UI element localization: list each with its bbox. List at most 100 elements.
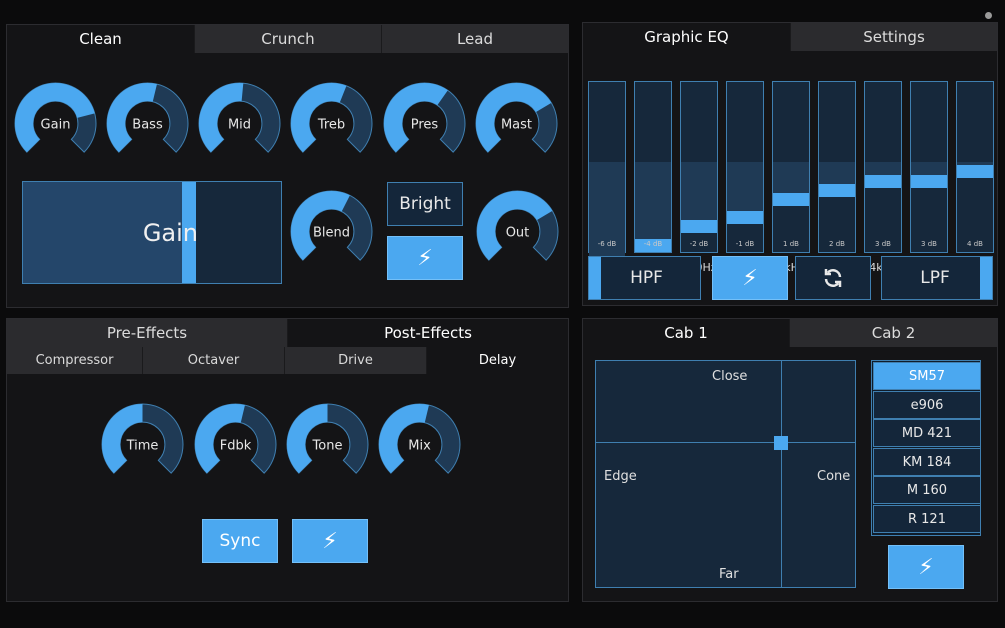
eq-thumb[interactable] xyxy=(865,175,901,188)
eq-db-label: 4 dB xyxy=(967,240,983,248)
knob-label: Fdbk xyxy=(220,439,252,454)
knob-pres[interactable]: Pres xyxy=(383,82,466,165)
pad-horizontal-line xyxy=(596,442,855,443)
cab-panel: Cab 1 Cab 2 Close Far Edge Cone SM57 e90… xyxy=(582,318,998,602)
refresh-icon xyxy=(824,269,842,287)
eq-slider-65hz[interactable]: -6 dB xyxy=(588,81,626,270)
eq-slider-500hz[interactable]: -1 dB xyxy=(726,81,764,253)
eq-slider-1khz[interactable]: 1 dB xyxy=(772,81,810,253)
tab-clean[interactable]: Clean xyxy=(7,25,195,53)
knob-label: Time xyxy=(126,439,159,454)
eq-db-label: -4 dB xyxy=(643,240,663,248)
mic-e906[interactable]: e906 xyxy=(873,391,981,419)
pad-label-cone: Cone xyxy=(817,469,851,484)
eq-panel: Graphic EQ Settings -6 dB65Hz-4 dB125Hz-… xyxy=(582,22,998,306)
pad-label-edge: Edge xyxy=(604,469,637,484)
knob-mid[interactable]: Mid xyxy=(198,82,281,165)
effects-power-button[interactable]: ⚡︎ xyxy=(292,519,368,563)
hpf-button[interactable]: HPF xyxy=(588,256,701,300)
knob-label: Gain xyxy=(41,118,71,133)
lpf-indicator xyxy=(980,257,992,299)
mic-r-121[interactable]: R 121 xyxy=(873,505,981,533)
knob-label: Treb xyxy=(317,118,345,133)
knob-gain[interactable]: Gain xyxy=(14,82,97,165)
mic-m-160[interactable]: M 160 xyxy=(873,476,981,504)
knob-label: Mast xyxy=(501,118,532,133)
knob-out[interactable]: Out xyxy=(476,190,559,273)
knob-label: Mid xyxy=(228,118,251,133)
eq-slider-250hz[interactable]: -2 dB xyxy=(680,81,718,253)
eq-fill xyxy=(589,162,625,270)
eq-db-label: 2 dB xyxy=(829,240,845,248)
knob-label: Tone xyxy=(312,439,343,454)
tab-settings[interactable]: Settings xyxy=(791,23,997,51)
mic-km-184[interactable]: KM 184 xyxy=(873,448,981,476)
status-dot xyxy=(985,12,992,19)
eq-thumb[interactable] xyxy=(681,220,717,233)
eq-thumb[interactable] xyxy=(957,165,993,178)
gain-slider-label: Gain xyxy=(142,218,198,247)
mic-position-pad[interactable]: Close Far Edge Cone xyxy=(595,360,856,588)
eq-db-label: 3 dB xyxy=(921,240,937,248)
subtab-drive[interactable]: Drive xyxy=(285,347,427,374)
tab-lead[interactable]: Lead xyxy=(382,25,568,53)
eq-slider-125hz[interactable]: -4 dB xyxy=(634,81,672,253)
tab-cab-2[interactable]: Cab 2 xyxy=(790,319,997,347)
eq-db-label: -6 dB xyxy=(597,240,617,248)
knob-tone[interactable]: Tone xyxy=(286,403,369,486)
subtab-octaver[interactable]: Octaver xyxy=(143,347,285,374)
tab-post-effects[interactable]: Post-Effects xyxy=(288,319,568,347)
gain-slider[interactable]: Gain xyxy=(22,181,282,284)
eq-reset-button[interactable] xyxy=(795,256,871,300)
eq-db-label: -1 dB xyxy=(735,240,755,248)
eq-thumb[interactable] xyxy=(773,193,809,206)
tab-pre-effects[interactable]: Pre-Effects xyxy=(7,319,288,347)
eq-slider-2khz[interactable]: 2 dB xyxy=(818,81,856,253)
knob-treb[interactable]: Treb xyxy=(290,82,373,165)
pad-vertical-line xyxy=(781,361,782,587)
effects-panel: Pre-Effects Post-Effects Compressor Octa… xyxy=(6,318,569,602)
knob-label: Mix xyxy=(408,439,431,454)
knob-mix[interactable]: Mix xyxy=(378,403,461,486)
mic-md-421[interactable]: MD 421 xyxy=(873,419,981,447)
amp-panel: Clean Crunch Lead Gain Bass Mid Treb Pres Mas… xyxy=(6,24,569,308)
knob-blend[interactable]: Blend xyxy=(290,190,373,273)
hpf-label: HPF xyxy=(630,268,663,288)
subtab-delay[interactable]: Delay xyxy=(427,347,568,374)
cab-power-button[interactable]: ⚡︎ xyxy=(888,545,964,589)
lpf-button[interactable]: LPF xyxy=(881,256,993,300)
eq-db-label: -2 dB xyxy=(689,240,709,248)
knob-label: Out xyxy=(506,226,530,241)
knob-time[interactable]: Time xyxy=(101,403,184,486)
knob-fdbk[interactable]: Fdbk xyxy=(194,403,277,486)
knob-mast[interactable]: Mast xyxy=(475,82,558,165)
eq-slider-8khz[interactable]: 3 dB xyxy=(910,81,948,253)
hpf-indicator xyxy=(589,257,601,299)
tab-graphic-eq[interactable]: Graphic EQ xyxy=(583,23,791,51)
lightning-icon: ⚡︎ xyxy=(417,245,433,271)
eq-slider-16khz[interactable]: 4 dB xyxy=(956,81,994,253)
amp-power-button[interactable]: ⚡︎ xyxy=(387,236,463,280)
eq-thumb[interactable] xyxy=(819,184,855,197)
lightning-icon: ⚡︎ xyxy=(918,554,934,580)
eq-power-button[interactable]: ⚡︎ xyxy=(712,256,788,300)
pad-label-far: Far xyxy=(719,567,739,582)
knob-label: Bass xyxy=(132,118,163,133)
eq-thumb[interactable] xyxy=(727,211,763,224)
eq-db-label: 1 dB xyxy=(783,240,799,248)
bright-button[interactable]: Bright xyxy=(387,182,463,226)
pad-handle[interactable] xyxy=(774,436,788,450)
sync-button[interactable]: Sync xyxy=(202,519,278,563)
lightning-icon: ⚡︎ xyxy=(322,528,338,554)
knob-label: Blend xyxy=(313,226,350,241)
pad-label-close: Close xyxy=(712,369,748,384)
knob-label: Pres xyxy=(411,118,439,133)
eq-slider-4khz[interactable]: 3 dB xyxy=(864,81,902,253)
tab-crunch[interactable]: Crunch xyxy=(195,25,382,53)
subtab-compressor[interactable]: Compressor xyxy=(7,347,143,374)
tab-cab-1[interactable]: Cab 1 xyxy=(583,319,790,347)
mic-sm57[interactable]: SM57 xyxy=(873,362,981,390)
knob-bass[interactable]: Bass xyxy=(106,82,189,165)
eq-thumb[interactable] xyxy=(911,175,947,188)
lpf-label: LPF xyxy=(920,268,950,288)
